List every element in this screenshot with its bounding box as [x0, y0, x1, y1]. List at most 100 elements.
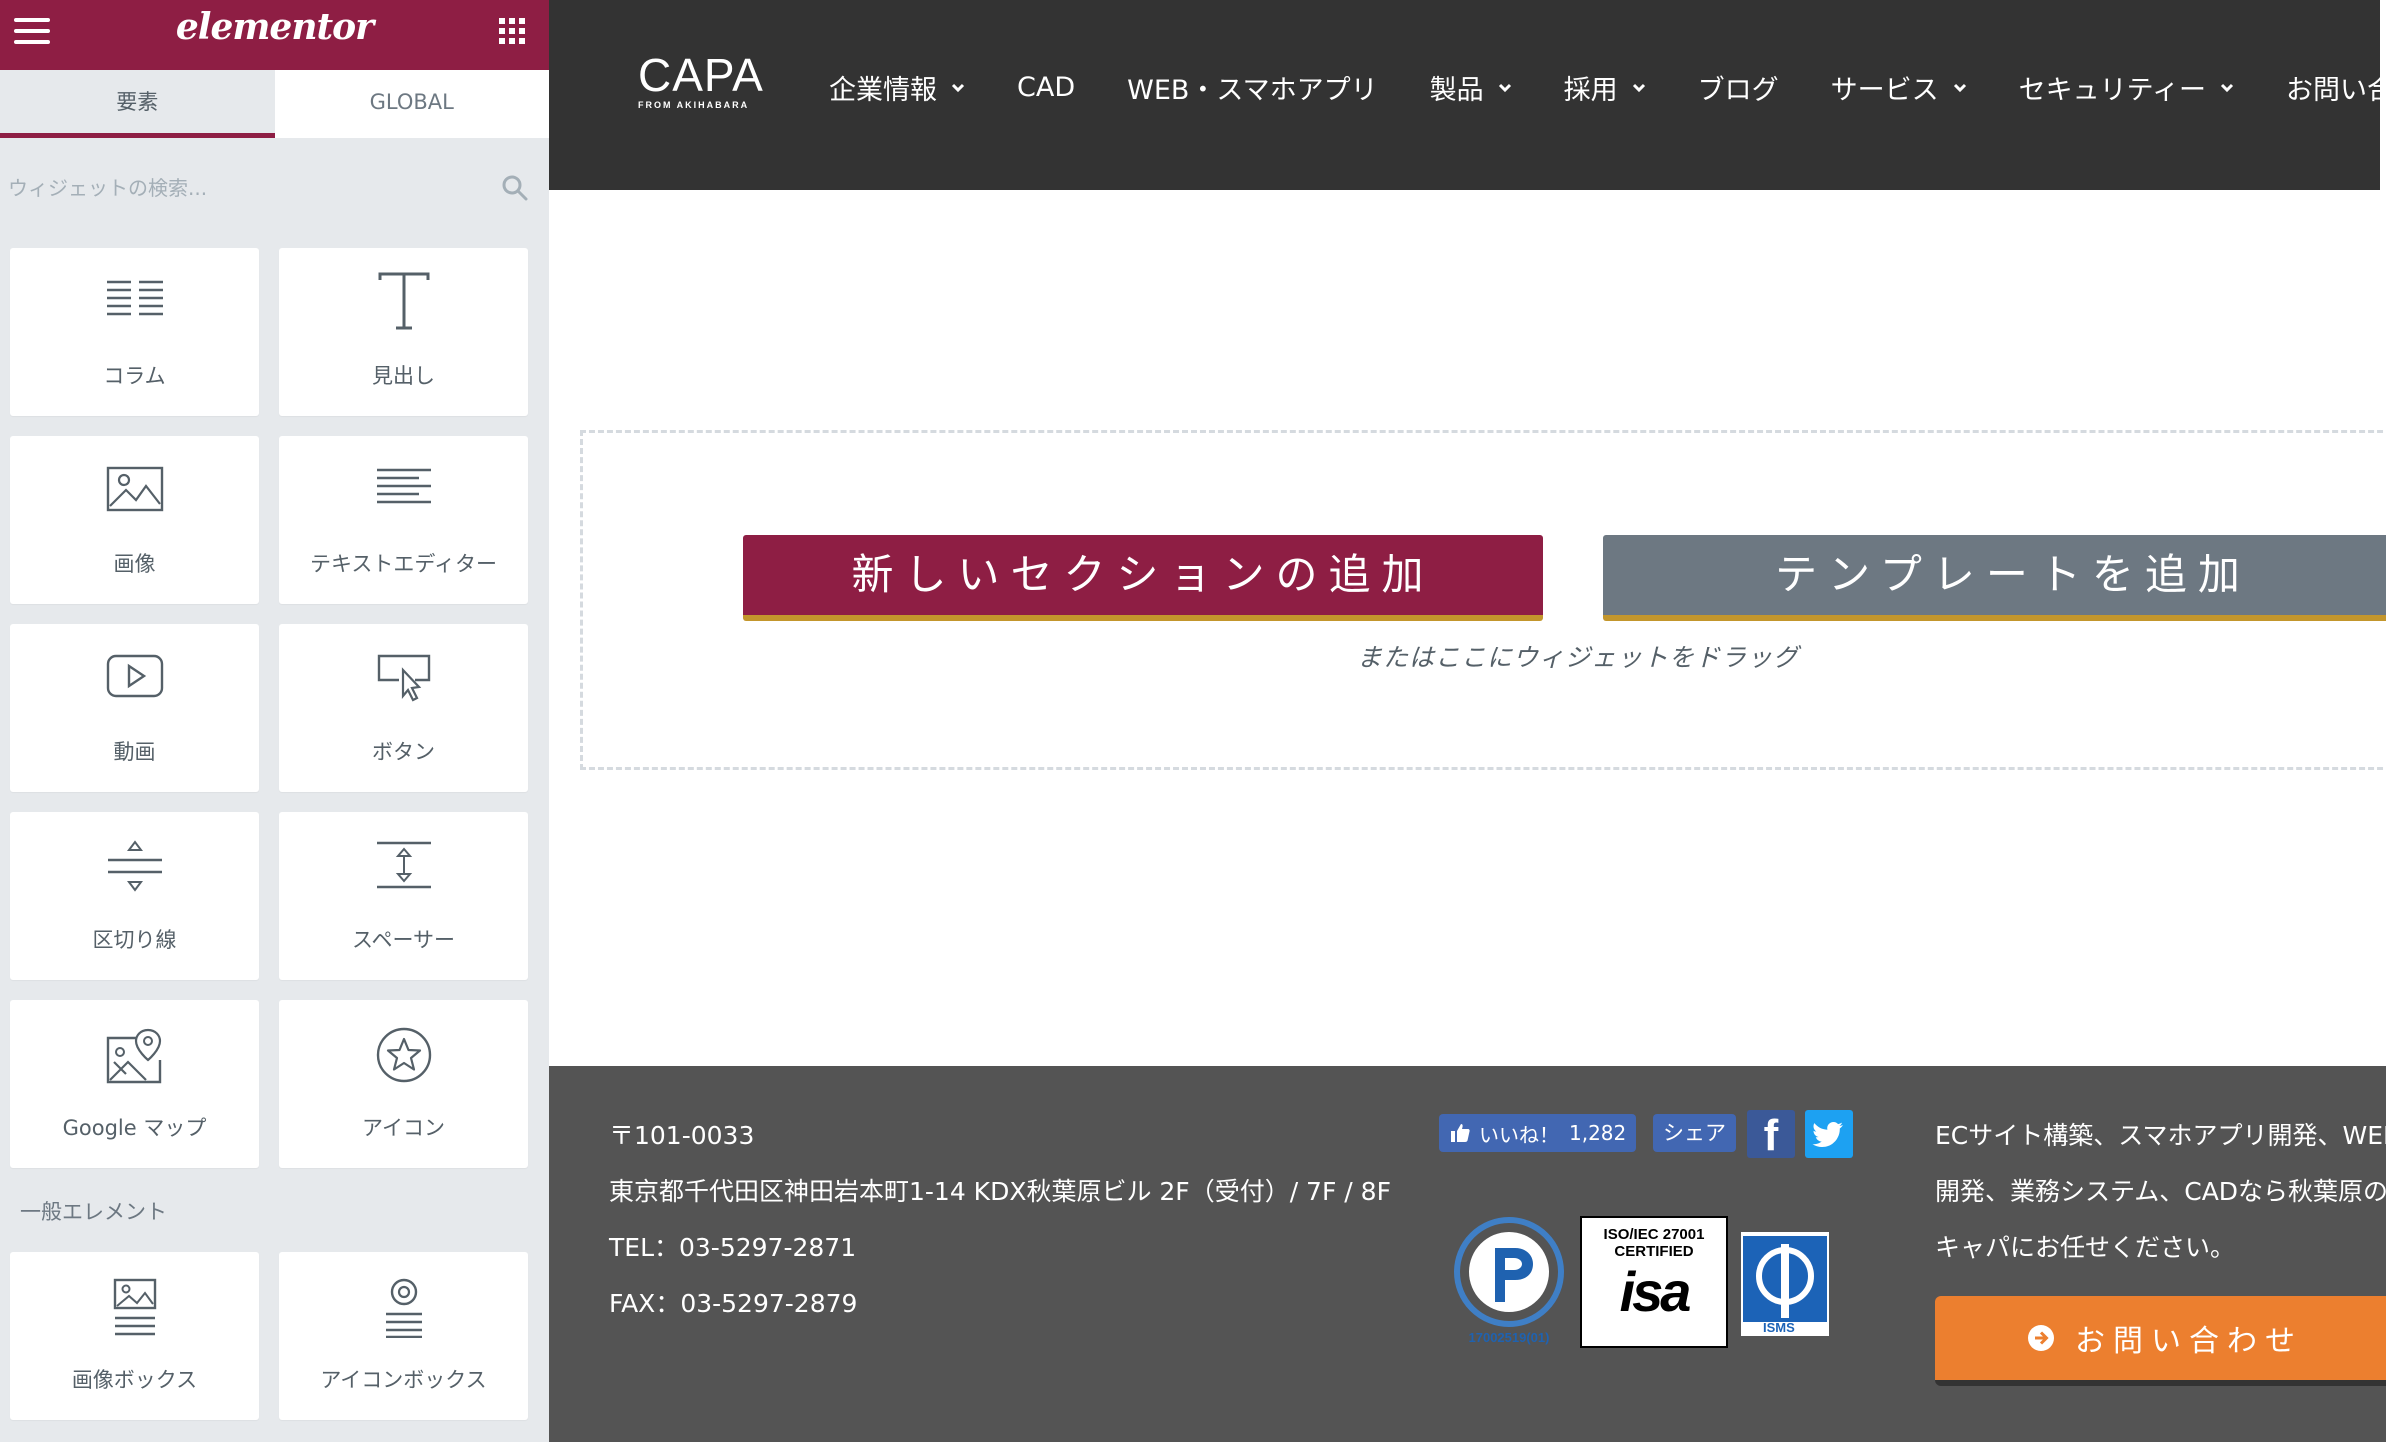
widget-image-box[interactable]: 画像ボックス — [10, 1252, 259, 1420]
contact-label: お問い合わせ — [2075, 1324, 2303, 1359]
chevron-down-icon — [1953, 83, 1966, 92]
panel-tabs: 要素 GLOBAL — [0, 70, 549, 138]
site-header: CAPA FROM AKIHABARA 企業情報 CAD WEB・スマホアプリ … — [549, 0, 2386, 190]
add-section-button[interactable]: 新しいセクションの追加 — [743, 535, 1543, 621]
page-preview: CAPA FROM AKIHABARA 企業情報 CAD WEB・スマホアプリ … — [549, 0, 2386, 1442]
search-icon[interactable] — [501, 174, 529, 202]
widget-label: アイコンボックス — [320, 1368, 487, 1392]
image-box-icon — [113, 1278, 156, 1336]
privacy-mark-icon: 17002519(01) — [1454, 1217, 1564, 1345]
nav-label: サービス — [1830, 75, 1939, 106]
nav-item-recruit[interactable]: 採用 — [1564, 68, 1646, 107]
widget-label: 区切り線 — [92, 928, 177, 952]
footer-tel: TEL：03-5297-2871 — [609, 1233, 857, 1262]
widget-list: コラム 見出し 画像 テキストエディター 動画 ボタン 区切り線 スペーサー G… — [0, 248, 549, 1420]
icon-box-icon — [385, 1278, 422, 1338]
nav-item-web-app[interactable]: WEB・スマホアプリ — [1127, 68, 1377, 107]
image-icon — [106, 466, 163, 512]
facebook-like-button[interactable]: いいね！ 1,282 — [1439, 1114, 1637, 1152]
widget-icon-box[interactable]: アイコンボックス — [279, 1252, 528, 1420]
twitter-icon[interactable] — [1805, 1110, 1853, 1158]
text-editor-icon — [376, 468, 431, 504]
spacer-icon — [376, 841, 431, 889]
iso-line2: CERTIFIED — [1614, 1243, 1694, 1260]
apps-grid-icon[interactable] — [499, 18, 525, 44]
nav-item-contact[interactable]: お問い合わ — [2286, 68, 2386, 107]
nav-item-security[interactable]: セキュリティー — [2019, 68, 2234, 107]
divider-icon — [107, 840, 162, 892]
twitter-bird-icon — [1812, 1122, 1843, 1147]
drag-hint: またはここにウィジェットをドラッグ — [1356, 643, 1799, 672]
privacy-mark-number: 17002519(01) — [1469, 1330, 1550, 1345]
nav-item-products[interactable]: 製品 — [1430, 68, 1512, 107]
isa-logo: isa — [1619, 1260, 1692, 1323]
like-count: 1,282 — [1569, 1121, 1627, 1145]
widget-label: 見出し — [372, 364, 435, 388]
isms-badge-icon: ISMS — [1741, 1232, 1829, 1336]
chevron-down-icon — [1632, 83, 1645, 92]
nav-label: 製品 — [1429, 75, 1484, 106]
widget-label: 動画 — [113, 740, 156, 764]
widget-text-editor[interactable]: テキストエディター — [279, 436, 528, 604]
footer-description-line1: ECサイト構築、スマホアプリ開発、WEB — [1935, 1121, 2386, 1150]
basic-widgets: コラム 見出し 画像 テキストエディター 動画 ボタン 区切り線 スペーサー G… — [10, 248, 539, 1168]
widget-video[interactable]: 動画 — [10, 624, 259, 792]
nav-label: お問い合わ — [2286, 75, 2386, 106]
tab-elements[interactable]: 要素 — [0, 70, 275, 138]
nav-item-company[interactable]: 企業情報 — [829, 68, 965, 107]
heading-icon — [378, 272, 429, 330]
elementor-panel: elementor 要素 GLOBAL コラム — [0, 0, 549, 1442]
google-maps-icon — [106, 1028, 161, 1084]
footer-fax: FAX：03-5297-2879 — [609, 1289, 858, 1318]
nav-label: 採用 — [1563, 75, 1618, 106]
general-widgets: 画像ボックス アイコンボックス — [10, 1252, 539, 1420]
widget-label: 画像ボックス — [71, 1368, 198, 1392]
widget-divider[interactable]: 区切り線 — [10, 812, 259, 980]
contact-button[interactable]: お問い合わせ — [1935, 1296, 2386, 1386]
nav-item-blog[interactable]: ブログ — [1698, 68, 1779, 107]
button-icon — [377, 654, 430, 702]
widget-search — [0, 138, 549, 248]
logo-text: CAPA — [638, 49, 764, 101]
widget-label: テキストエディター — [310, 552, 497, 576]
facebook-share-button[interactable]: シェア — [1653, 1114, 1736, 1152]
main-nav: 企業情報 CAD WEB・スマホアプリ 製品 採用 ブログ サービス セキュリテ… — [829, 68, 2386, 107]
widget-label: ボタン — [372, 740, 435, 764]
widget-spacer[interactable]: スペーサー — [279, 812, 528, 980]
widget-image[interactable]: 画像 — [10, 436, 259, 604]
footer-description-line2: 開発、業務システム、CADなら秋葉原のシ — [1935, 1177, 2386, 1206]
widget-label: 画像 — [113, 552, 156, 576]
facebook-icon[interactable]: f — [1747, 1110, 1795, 1160]
add-template-button[interactable]: テンプレートを追加 — [1603, 535, 2386, 621]
iso-certification-badge: ISO/IEC 27001 CERTIFIED isa — [1580, 1216, 1728, 1348]
site-logo[interactable]: CAPA FROM AKIHABARA — [638, 48, 764, 110]
columns-icon — [106, 280, 163, 316]
widget-heading[interactable]: 見出し — [279, 248, 528, 416]
tab-global[interactable]: GLOBAL — [275, 70, 550, 138]
nav-item-services[interactable]: サービス — [1831, 68, 1967, 107]
widget-label: アイコン — [362, 1116, 445, 1140]
elementor-logo: elementor — [175, 6, 374, 48]
nav-label: WEB・スマホアプリ — [1127, 75, 1378, 106]
chevron-down-icon — [951, 83, 965, 92]
search-input[interactable] — [8, 168, 508, 208]
widget-columns[interactable]: コラム — [10, 248, 259, 416]
arrow-right-circle-icon — [2028, 1325, 2054, 1351]
add-section-dropzone[interactable]: 新しいセクションの追加 テンプレートを追加 またはここにウィジェットをドラッグ — [580, 430, 2386, 770]
widget-label: スペーサー — [351, 928, 456, 952]
footer-postal-code: 〒101-0033 — [609, 1121, 755, 1150]
panel-header: elementor — [0, 0, 549, 70]
nav-label: 企業情報 — [829, 75, 937, 106]
category-title: 一般エレメント — [20, 1200, 167, 1224]
logo-subtext: FROM AKIHABARA — [638, 100, 750, 110]
footer-description-line3: キャパにお任せください。 — [1935, 1233, 2236, 1262]
nav-item-cad[interactable]: CAD — [1017, 68, 1075, 107]
like-label: いいね！ — [1479, 1122, 1559, 1147]
nav-label: CAD — [1017, 72, 1076, 103]
widget-google-maps[interactable]: Google マップ — [10, 1000, 259, 1168]
widget-label: コラム — [103, 364, 166, 388]
widget-icon[interactable]: アイコン — [279, 1000, 528, 1168]
isms-label: ISMS — [1763, 1320, 1795, 1335]
thumbs-up-icon — [1451, 1124, 1470, 1142]
widget-button[interactable]: ボタン — [279, 624, 528, 792]
